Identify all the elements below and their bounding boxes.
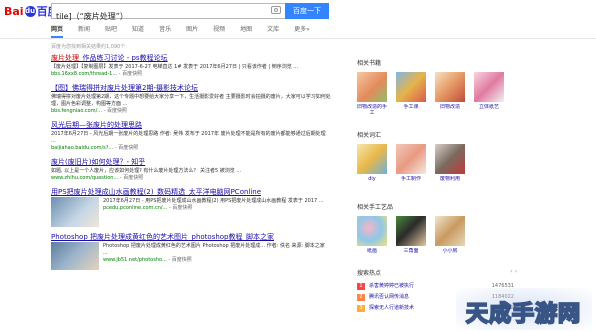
related-books-row: 旧物改造的手工 手工课 旧物改造 立体纸艺 (357, 72, 537, 118)
result-url: bbs.fengniao.com/... - 百度快照 (51, 108, 128, 114)
section-title-books: 相关书籍 (357, 60, 382, 67)
section-title-crafts: 相关手工艺品 (357, 204, 394, 211)
result-url: baijiahao.baidu.com/s?... - 百度快照 (51, 145, 139, 151)
result-item: Photoshop 把废片处理成黄红色的艺术图片_photoshop教程_脚本之… (51, 233, 331, 270)
result-url: bbs.16xx8.com/thread-1... - 百度快照 (51, 71, 143, 77)
related-book-item[interactable]: 旧物改造 (435, 72, 465, 118)
result-count: 百度为您找到相关结果约1,090个 (51, 44, 126, 50)
snapshot-link[interactable]: - 百度快照 (104, 108, 127, 114)
top-bar: Bai du 百度 百度一下 (0, 0, 596, 24)
result-item: 用PS把废片处理成山水画教程(2)_数码精选_太平洋电脑网PConline 20… (51, 188, 331, 227)
site-watermark: 天成手游网 (456, 288, 592, 330)
result-item: 废片处理_作品练习讨论 - ps教程论坛 【废片处理】【复制图层】发表于 201… (51, 54, 331, 78)
search-tabs: 网页 新闻 贴吧 知道 音乐 图片 视频 地图 文库 更多» (51, 24, 325, 38)
snapshot-link[interactable]: - 百度快照 (168, 257, 191, 263)
search-box (51, 3, 285, 24)
book-cover-image (474, 72, 504, 102)
logo-text-bai: Bai (4, 4, 24, 18)
tabs-divider (0, 38, 596, 39)
related-craft-item[interactable]: 小小房 (435, 216, 465, 262)
result-title[interactable]: 废片(废旧片)如何处理？- 知乎 (51, 158, 331, 167)
result-abstract: 佛瑞得拼对废片处理第2期，这个专题中想要给大家分享一下，生活摄影爱好者 主要摄影… (51, 94, 331, 107)
craft-image (396, 216, 426, 246)
snapshot-link[interactable]: - 百度快照 (120, 175, 143, 181)
result-title[interactable]: 用PS把废片处理成山水画教程(2)_数码精选_太平洋电脑网PConline (51, 188, 331, 197)
result-url: www.jb51.net/photosho... - 百度快照 (103, 257, 192, 263)
related-craft-item[interactable]: 纸画 (357, 216, 387, 262)
book-cover-image (357, 72, 387, 102)
tab-map[interactable]: 地图 (240, 24, 252, 38)
related-word-item[interactable]: 废物利用 (435, 144, 465, 190)
tab-news[interactable]: 新闻 (78, 24, 90, 38)
hot-search-header: 搜索热点 ‹ › (357, 268, 517, 277)
result-title[interactable]: 【图】佛瑞得拼对废片处理第2期-摄影技术论坛 (51, 84, 331, 93)
book-cover-image (396, 72, 426, 102)
word-image (396, 144, 426, 174)
result-title[interactable]: 废片处理_作品练习讨论 - ps教程论坛 (51, 54, 331, 63)
result-title[interactable]: 风光后期—张废片的处理思路 (51, 121, 331, 130)
result-abstract: 如题, 以上是一个人废片，应该如何处理? 有什么废片处理方法么？ 关注者5 被浏… (51, 168, 242, 174)
tab-video[interactable]: 视频 (213, 24, 225, 38)
related-book-item[interactable]: 手工课 (396, 72, 426, 118)
result-abstract: 【废片处理】【复制图层】发表于 2017-6-27 电梯直达 1# 发表于 20… (51, 64, 299, 70)
tab-web[interactable]: 网页 (51, 24, 64, 38)
tab-wenku[interactable]: 文库 (267, 24, 279, 38)
related-words-row: diy 手工制作 废物利用 (357, 144, 537, 190)
result-thumbnail[interactable] (51, 197, 99, 227)
search-button[interactable]: 百度一下 (285, 3, 329, 19)
camera-icon[interactable] (271, 6, 281, 14)
watermark-text: 天成手游网 (465, 301, 582, 328)
related-book-item[interactable]: 立体纸艺 (474, 72, 504, 118)
result-url: www.zhihu.com/question... - 百度快照 (51, 175, 144, 181)
tab-music[interactable]: 音乐 (159, 24, 171, 38)
related-craft-item[interactable]: 三角面 (396, 216, 426, 262)
paw-icon: du (24, 5, 36, 17)
result-abstract: 2017年6月27日 - 用PS把废片处理成山水画教程(2) 用PS把废片处理成… (103, 198, 324, 204)
snapshot-link[interactable]: - 百度快照 (115, 145, 138, 151)
section-title-words: 相关词汇 (357, 132, 382, 139)
related-book-item[interactable]: 旧物改造的手工 (357, 72, 387, 118)
result-item: 废片(废旧片)如何处理？- 知乎 如题, 以上是一个人废片，应该如何处理? 有什… (51, 158, 331, 182)
book-cover-image (435, 72, 465, 102)
result-thumbnail[interactable] (51, 242, 99, 270)
tab-images[interactable]: 图片 (186, 24, 198, 38)
result-title[interactable]: Photoshop 把废片处理成黄红色的艺术图片_photoshop教程_脚本之… (51, 233, 331, 242)
search-input[interactable] (52, 9, 260, 24)
rank-badge: 3 (357, 305, 365, 312)
snapshot-link[interactable]: - 百度快照 (119, 71, 142, 77)
craft-image (357, 216, 387, 246)
tab-more[interactable]: 更多» (294, 24, 310, 38)
result-item: 【图】佛瑞得拼对废片处理第2期-摄影技术论坛 佛瑞得拼对废片处理第2期，这个专题… (51, 84, 331, 115)
result-abstract: 2017年6月27日 - 风光后期一张废片的处理思路 作者: 吴伟 发布于 20… (51, 131, 326, 144)
tab-zhidao[interactable]: 知道 (132, 24, 144, 38)
tab-tieba[interactable]: 贴吧 (105, 24, 117, 38)
right-sidebar: 相关书籍 旧物改造的手工 手工课 旧物改造 立体纸艺 相关词汇 diy 手工制作 (357, 40, 537, 314)
rank-badge: 1 (357, 283, 365, 290)
hot-nav-arrows[interactable]: ‹ › (510, 268, 517, 277)
craft-image (435, 216, 465, 246)
snapshot-link[interactable]: - 百度快照 (169, 205, 192, 211)
result-abstract: Photoshop 把废片处理成黄红色的艺术图片 Photoshop 把废片处理… (103, 243, 325, 256)
related-word-item[interactable]: 手工制作 (396, 144, 426, 190)
word-image (435, 144, 465, 174)
result-item: 风光后期—张废片的处理思路 2017年6月27日 - 风光后期一张废片的处理思路… (51, 121, 331, 152)
related-word-item[interactable]: diy (357, 144, 387, 190)
results-list: 废片处理_作品练习讨论 - ps教程论坛 【废片处理】【复制图层】发表于 201… (51, 54, 331, 276)
related-crafts-row: 纸画 三角面 小小房 (357, 216, 537, 262)
result-url: pcedu.pconline.com.cn/... - 百度快照 (103, 205, 193, 211)
word-image (357, 144, 387, 174)
rank-badge: 2 (357, 294, 365, 301)
